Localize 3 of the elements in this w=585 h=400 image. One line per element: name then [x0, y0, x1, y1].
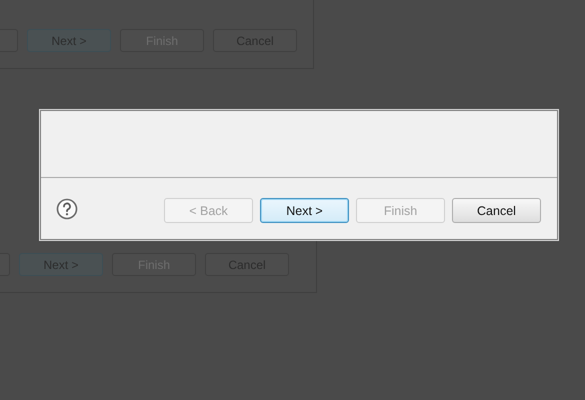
- help-icon[interactable]: [56, 198, 78, 220]
- dialog-button[interactable]: Next >: [260, 198, 349, 223]
- dialog-button[interactable]: Cancel: [452, 198, 541, 223]
